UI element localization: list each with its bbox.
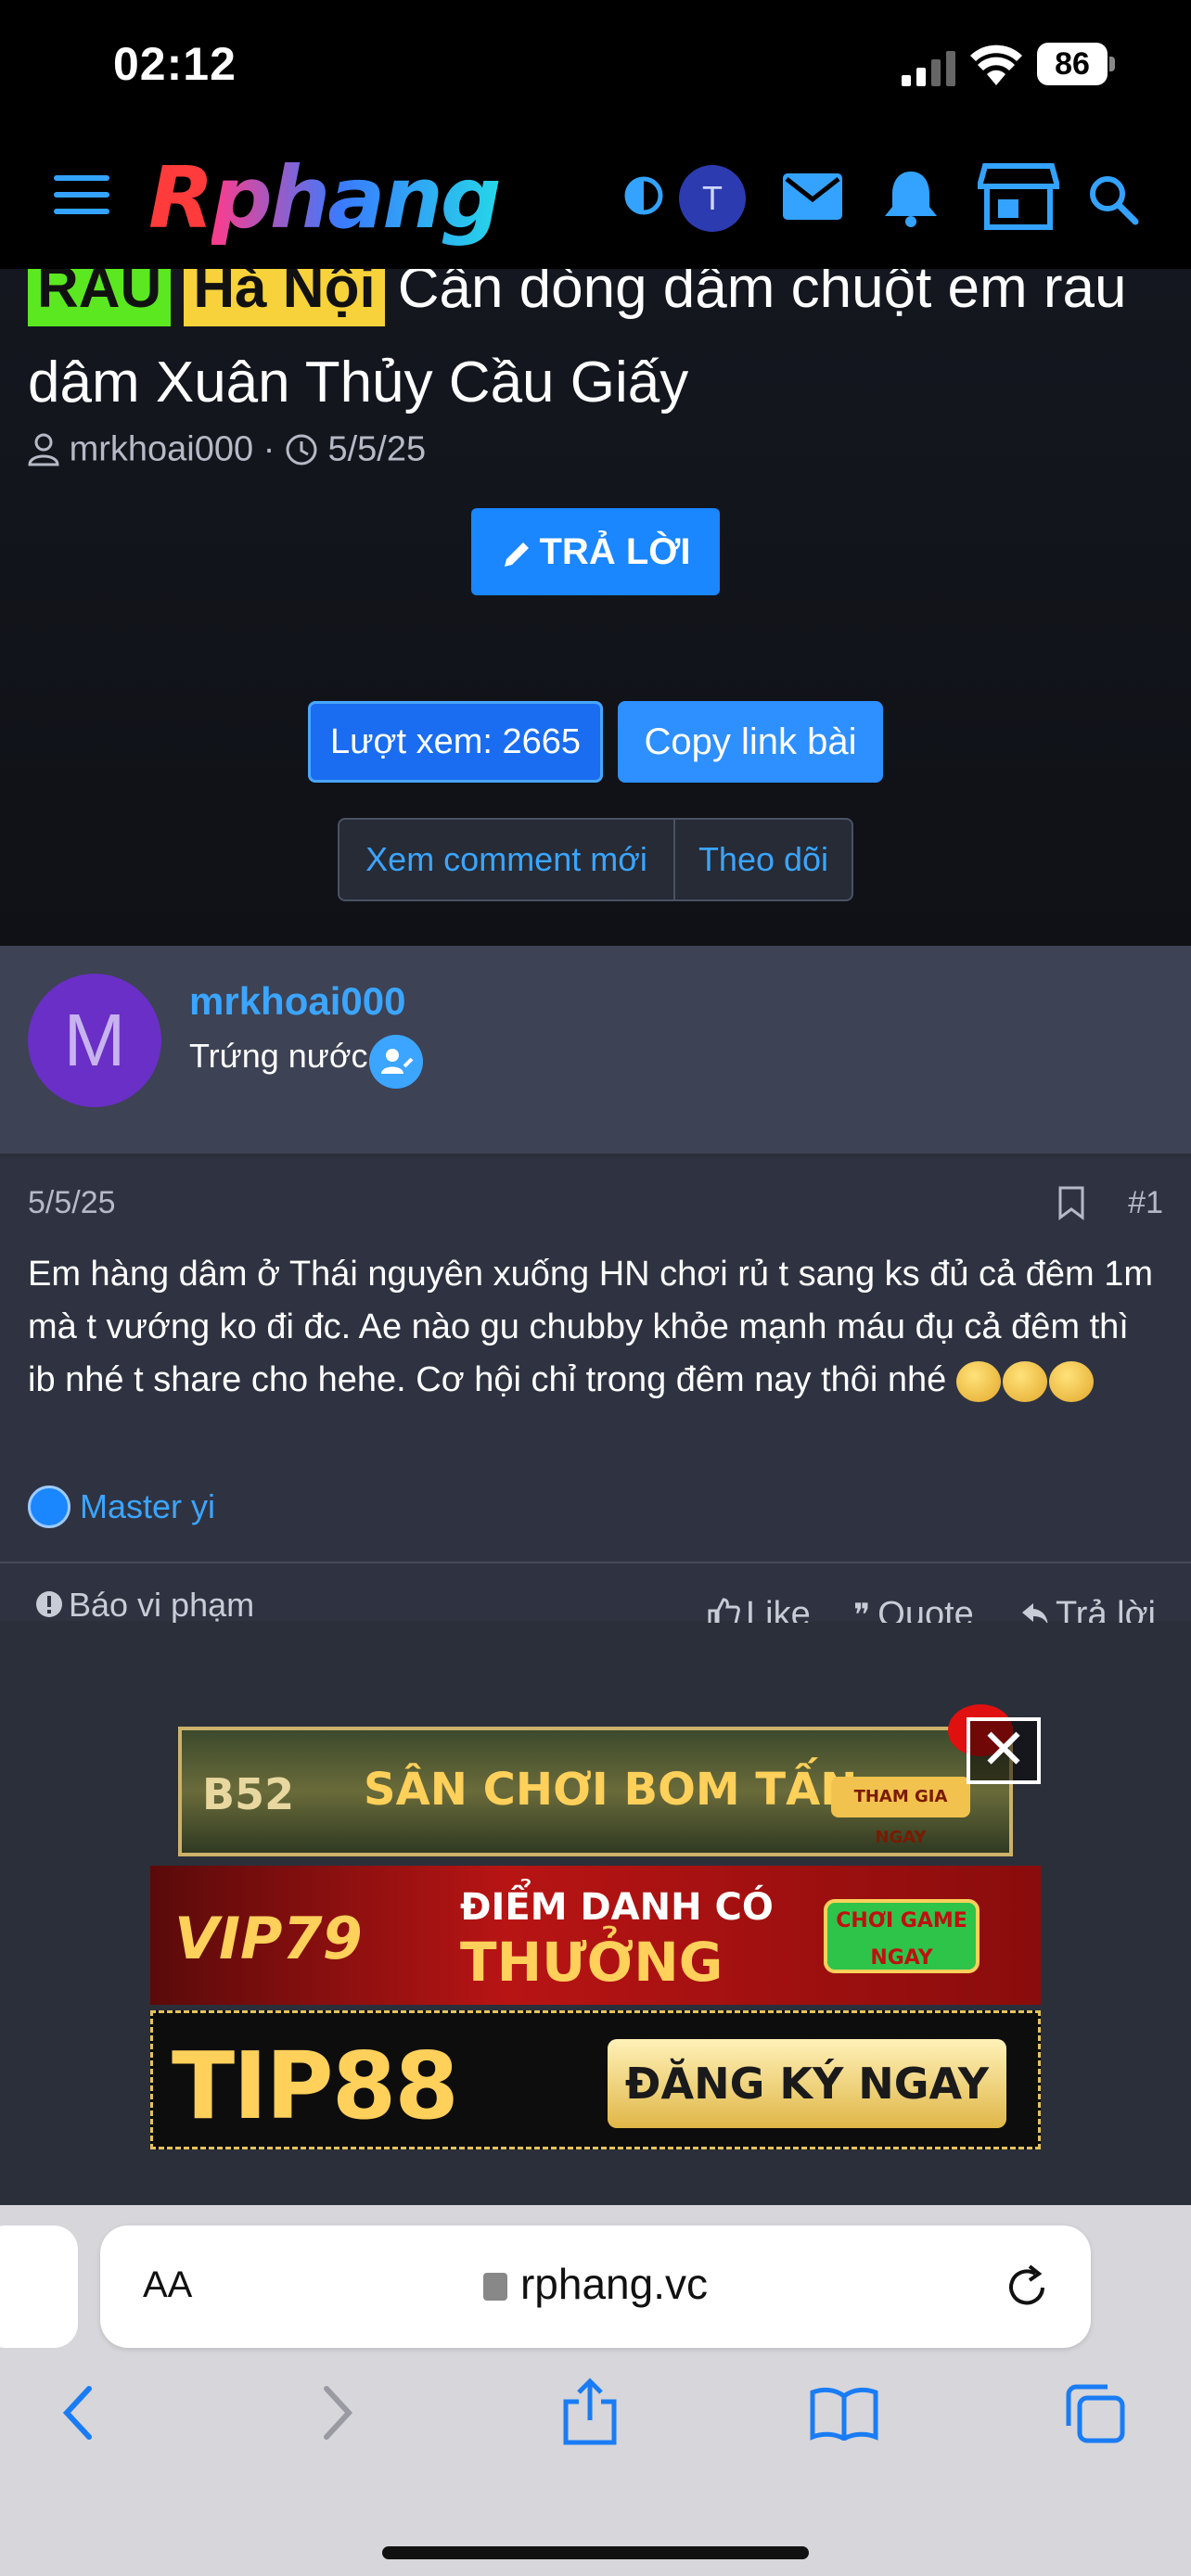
forward-icon[interactable] [319,2385,356,2441]
reply-button[interactable]: TRẢ LỜI [471,508,720,595]
ad-banner-vip79[interactable]: VIP79 ĐIỂM DANH CÓ THƯỞNG CHƠI GAME NGAY [150,1866,1041,2005]
user-badge-icon [369,1035,423,1089]
post-number[interactable]: #1 [1128,1185,1163,1221]
divider [0,1562,1191,1563]
url-label: rphang.vc [519,2260,708,2308]
post-message: Em hàng dâm ở Thái nguyên xuống HN chơi … [28,1248,1159,1407]
url-text[interactable]: rphang.vc [100,2259,1091,2309]
post-body: 5/5/25 #1 Em hàng dâm ở Thái nguyên xuốn… [0,1157,1191,1634]
smirk-emoji-icon [955,1360,1001,1402]
post-date[interactable]: 5/5/25 [28,1185,116,1221]
thread-date[interactable]: 5/5/25 [327,429,426,468]
thread-author[interactable]: mrkhoai000 [70,429,254,468]
avatar[interactable]: M [28,974,161,1107]
thread-header: RAU Hà Nội Cần dòng dâm chuột em rau dâm X… [0,269,1191,946]
ads-area: B52 SÂN CHƠI BOM TẤN THAM GIA NGAY ✕ VIP… [0,1623,1191,2205]
thread-actions-group: Xem comment mới Theo dõi [338,818,853,901]
user-avatar-button[interactable]: T [679,165,746,232]
browser-toolbar: AA rphang.vc [0,2205,1191,2576]
status-bar: 02:12 86 [0,0,1191,134]
smirk-emoji-icon [1002,1360,1047,1402]
thread-tag-rau[interactable]: RAU [28,269,172,326]
user-icon [28,433,59,466]
site-header: Rphang T [0,134,1191,269]
close-ad-button[interactable]: ✕ [967,1717,1041,1784]
reply-button-label: TRẢ LỜI [539,531,691,572]
lock-icon [482,2273,507,2301]
like-reaction-icon [28,1486,70,1528]
post-user-card: M mrkhoai000 Trứng nước [0,946,1191,1155]
battery-level: 86 [1055,46,1090,82]
thread-title: RAU Hà Nội Cần dòng dâm chuột em rau dâm X… [28,269,1169,430]
copy-link-button[interactable]: Copy link bài [618,701,883,783]
bookmarks-icon[interactable] [809,2387,879,2441]
reload-icon[interactable] [1002,2263,1052,2313]
site-logo[interactable]: Rphang [148,153,575,244]
wifi-icon [970,45,1022,85]
views-button[interactable]: Lượt xem: 2665 [308,701,603,783]
pencil-icon [504,542,529,567]
cellular-signal-icon [902,51,955,86]
post-username[interactable]: mrkhoai000 [189,979,405,1024]
thread-meta: mrkhoai000 · 5/5/25 [28,428,426,469]
tabs-icon[interactable] [1065,2383,1126,2444]
home-indicator [382,2546,809,2559]
follow-button[interactable]: Theo dõi [675,820,852,899]
menu-icon[interactable] [54,175,109,220]
store-icon[interactable] [978,162,1059,231]
previous-tab-preview[interactable] [0,2225,78,2348]
reaction-user[interactable]: Master yi [80,1487,215,1526]
page-content: RAU Hà Nội Cần dòng dâm chuột em rau dâm X… [0,269,1191,2205]
grin-emoji-icon [1048,1360,1094,1402]
mail-icon[interactable] [783,173,842,220]
address-bar[interactable]: AA rphang.vc [100,2225,1091,2348]
notification-bell-icon[interactable] [883,168,939,227]
report-button[interactable]: Báo vi phạm [35,1586,254,1625]
thread-tag-hanoi[interactable]: Hà Nội [184,269,385,326]
ad-banner-b52[interactable]: B52 SÂN CHƠI BOM TẤN THAM GIA NGAY [178,1727,1013,1856]
theme-toggle-icon[interactable] [623,175,664,216]
alert-icon [36,1591,62,1617]
bookmark-icon[interactable] [1057,1185,1085,1220]
back-icon[interactable] [59,2385,96,2441]
share-icon[interactable] [560,2378,620,2446]
ad-banner-tip88[interactable]: TIP88 ĐĂNG KÝ NGAY [150,2010,1041,2149]
search-icon[interactable] [1087,173,1139,225]
user-title: Trứng nước [189,1037,368,1075]
clock-icon [286,434,317,465]
report-label: Báo vi phạm [69,1586,255,1624]
new-comments-button[interactable]: Xem comment mới [339,820,675,899]
battery-icon: 86 [1037,43,1115,87]
status-time: 02:12 [113,38,237,90]
